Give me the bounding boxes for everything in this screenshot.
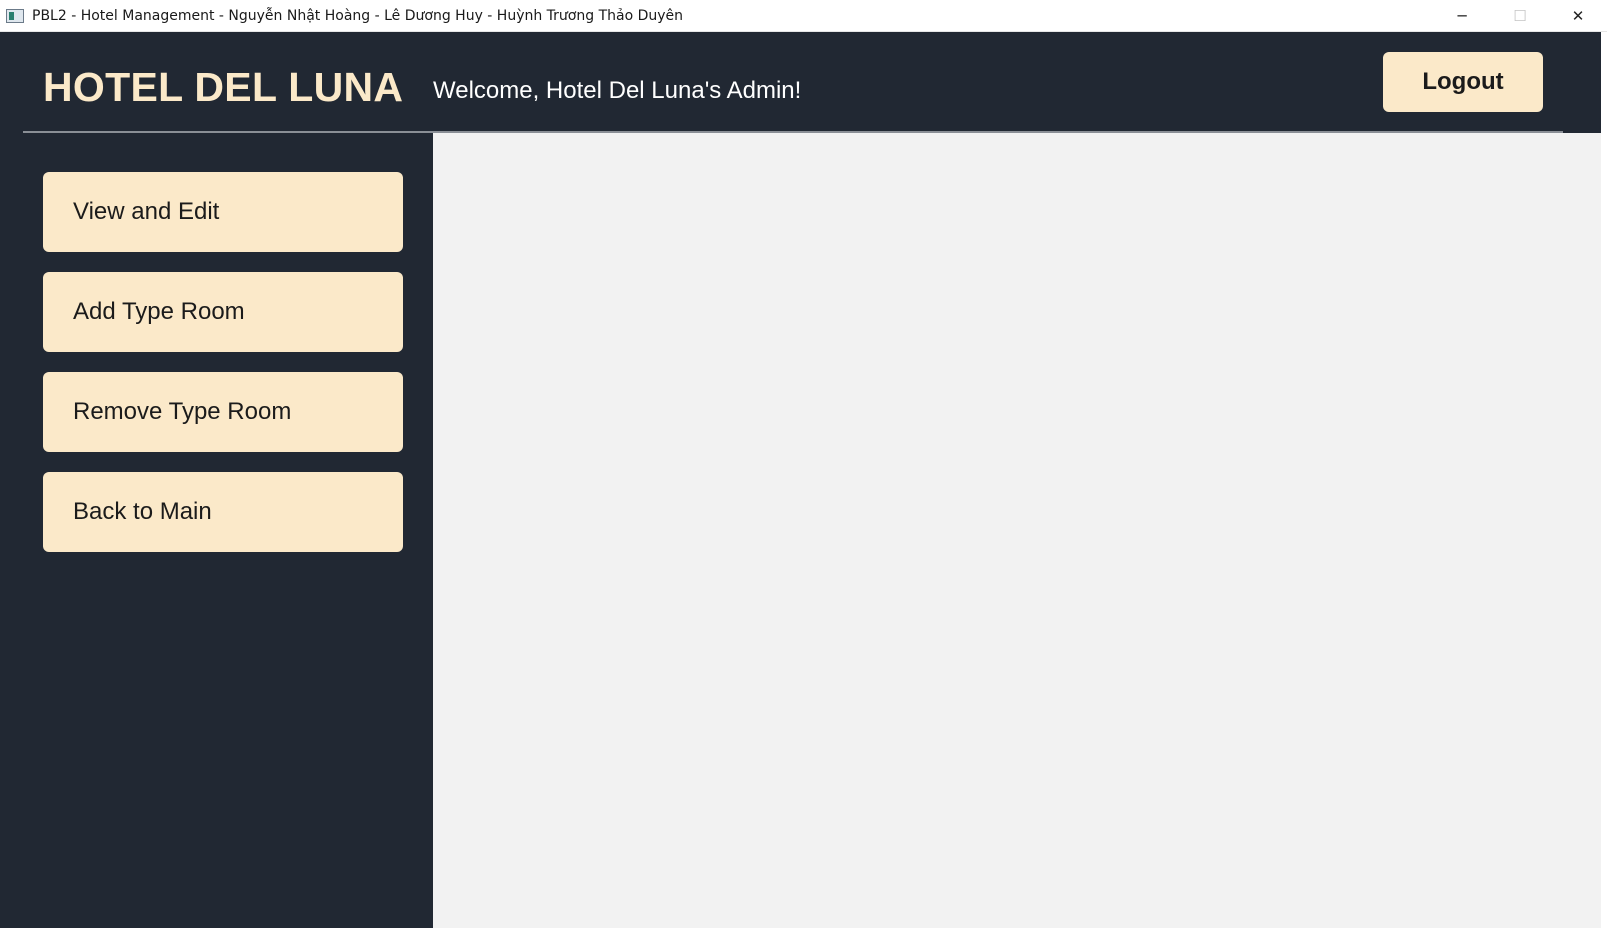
header: HOTEL DEL LUNA Welcome, Hotel Del Luna's… — [0, 32, 1607, 132]
remove-type-room-button[interactable]: Remove Type Room — [43, 372, 403, 452]
content-panel — [433, 133, 1601, 928]
window-controls: ─ ☐ ✕ — [1433, 0, 1607, 32]
window-title: PBL2 - Hotel Management - Nguyễn Nhật Ho… — [32, 7, 684, 24]
app-window: PBL2 - Hotel Management - Nguyễn Nhật Ho… — [0, 0, 1607, 928]
close-icon[interactable]: ✕ — [1549, 0, 1607, 32]
brand-title: HOTEL DEL LUNA — [43, 64, 404, 110]
maximize-icon[interactable]: ☐ — [1491, 0, 1549, 32]
add-type-room-button[interactable]: Add Type Room — [43, 272, 403, 352]
view-and-edit-button[interactable]: View and Edit — [43, 172, 403, 252]
back-to-main-button[interactable]: Back to Main — [43, 472, 403, 552]
logout-button[interactable]: Logout — [1383, 52, 1543, 112]
window-border — [1601, 32, 1607, 928]
title-bar: PBL2 - Hotel Management - Nguyễn Nhật Ho… — [0, 0, 1607, 32]
minimize-icon[interactable]: ─ — [1433, 0, 1491, 32]
sidebar: View and Edit Add Type Room Remove Type … — [0, 133, 433, 928]
welcome-message: Welcome, Hotel Del Luna's Admin! — [433, 77, 802, 104]
app-icon — [6, 8, 24, 23]
